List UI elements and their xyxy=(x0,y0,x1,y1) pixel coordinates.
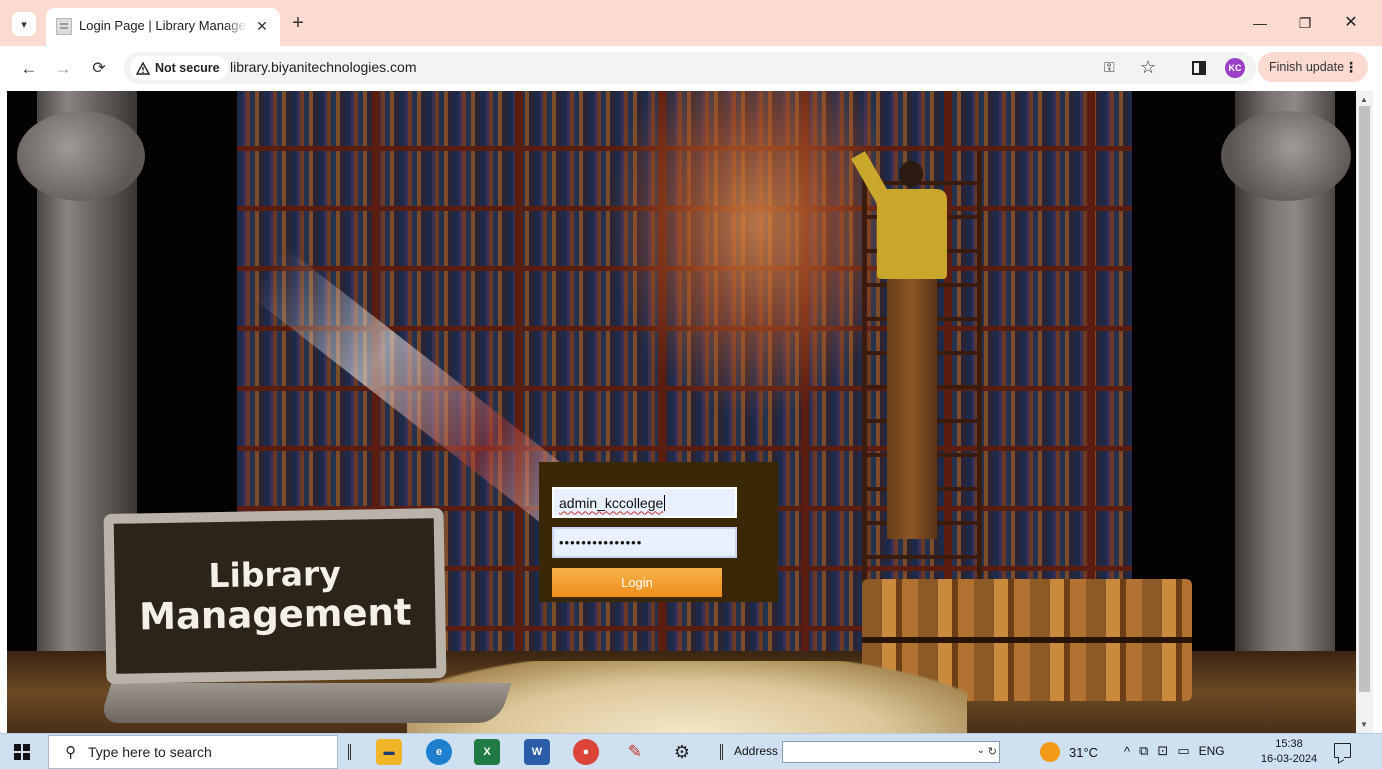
weather-temperature[interactable]: 31°C xyxy=(1069,745,1098,760)
window-minimize-button[interactable]: — xyxy=(1246,12,1274,34)
right-column-capital xyxy=(1221,111,1351,201)
tab-search-chevron-icon[interactable]: ▾ xyxy=(12,12,36,36)
tab-strip: ▾ Login Page | Library Management ✕ + — … xyxy=(0,0,1382,46)
windows-start-icon[interactable] xyxy=(14,744,30,760)
search-icon: ⚲ xyxy=(65,744,76,761)
window-restore-button[interactable]: ❐ xyxy=(1291,12,1319,34)
address-toolbar-label: Address xyxy=(734,744,779,758)
security-label: Not secure xyxy=(155,61,220,75)
tab-login-page[interactable]: Login Page | Library Management ✕ xyxy=(46,8,280,46)
taskbar-search-placeholder: Type here to search xyxy=(88,744,212,760)
warning-triangle-icon xyxy=(136,61,150,75)
left-column-capital xyxy=(17,111,145,201)
clock-time: 15:38 xyxy=(1275,738,1303,750)
window-close-button[interactable]: ✕ xyxy=(1337,12,1365,34)
address-toolbar-input[interactable]: ⌄ ↻ xyxy=(782,741,1000,763)
laptop-title-line1: Library xyxy=(208,553,342,595)
library-background-image: Library Management xyxy=(7,91,1356,733)
weather-sun-icon[interactable] xyxy=(1040,742,1060,762)
username-input[interactable]: admin_kccollege xyxy=(552,487,737,518)
login-button[interactable]: Login xyxy=(552,568,722,597)
man-on-ladder xyxy=(851,151,947,541)
site-info-chip[interactable]: Not secure xyxy=(130,56,228,80)
url-text: library.biyanitechnologies.com xyxy=(230,59,417,75)
paint-icon[interactable]: ✎ xyxy=(622,739,648,765)
browser-toolbar: ← → ⟳ Not secure library.biyanitechnolog… xyxy=(0,46,1382,91)
bookmark-star-icon[interactable]: ☆ xyxy=(1140,57,1160,77)
laptop-keyboard xyxy=(98,683,512,723)
forward-arrow-icon[interactable]: → xyxy=(52,58,74,80)
profile-avatar[interactable]: KC xyxy=(1225,58,1245,78)
taskbar-clock[interactable]: 15:38 16-03-2024 xyxy=(1256,737,1322,767)
word-icon[interactable]: W xyxy=(524,739,550,765)
password-key-icon[interactable]: ⚿ xyxy=(1104,59,1124,77)
meet-now-icon[interactable]: ⧉ xyxy=(1139,743,1148,759)
login-form: admin_kccollege ••••••••••••••• Login xyxy=(539,462,778,602)
excel-icon[interactable]: X xyxy=(474,739,500,765)
laptop-title-line2: Management xyxy=(138,590,412,639)
tab-title: Login Page | Library Management xyxy=(79,18,247,33)
system-tray: ^ ⧉ ⊡ ▭ ENG xyxy=(1124,743,1225,759)
tray-chevron-up-icon[interactable]: ^ xyxy=(1124,744,1130,759)
chrome-icon[interactable]: ● xyxy=(573,739,599,765)
reload-icon[interactable]: ⟳ xyxy=(88,58,110,80)
taskbar-separator xyxy=(720,744,723,760)
tab-close-icon[interactable]: ✕ xyxy=(253,17,271,35)
scroll-thumb[interactable] xyxy=(1359,106,1370,692)
taskbar-separator xyxy=(348,744,351,760)
network-icon[interactable]: ⊡ xyxy=(1157,743,1168,759)
file-explorer-icon[interactable]: ▬ xyxy=(376,739,402,765)
text-caret xyxy=(664,494,666,511)
scroll-down-arrow-icon[interactable]: ▼ xyxy=(1360,720,1368,729)
finish-update-button[interactable]: Finish update ⋮ xyxy=(1258,52,1368,82)
new-tab-button[interactable]: + xyxy=(287,12,309,34)
menu-kebab-icon: ⋮ xyxy=(1344,59,1358,75)
windows-taskbar: ⚲ Type here to search ▬ e X W ● ✎ ⚙ Addr… xyxy=(0,733,1382,769)
username-value: admin_kccollege xyxy=(559,494,664,511)
page-favicon-icon xyxy=(56,18,72,35)
vertical-scrollbar[interactable]: ▲ ▼ xyxy=(1356,91,1373,733)
scroll-up-arrow-icon[interactable]: ▲ xyxy=(1360,95,1368,104)
language-indicator[interactable]: ENG xyxy=(1199,744,1225,758)
chevron-down-icon[interactable]: ⌄ xyxy=(977,745,985,756)
side-panel-icon[interactable] xyxy=(1192,61,1206,75)
clock-date: 16-03-2024 xyxy=(1260,753,1318,765)
finish-update-label: Finish update xyxy=(1269,60,1345,74)
battery-icon[interactable]: ▭ xyxy=(1177,743,1189,759)
settings-gear-icon[interactable]: ⚙ xyxy=(669,739,695,765)
edge-browser-icon[interactable]: e xyxy=(426,739,452,765)
address-bar[interactable]: Not secure library.biyanitechnologies.co… xyxy=(124,52,1256,84)
bookshelf-portrait xyxy=(607,91,877,421)
back-arrow-icon[interactable]: ← xyxy=(18,58,40,80)
taskbar-search-box[interactable]: ⚲ Type here to search xyxy=(48,735,338,769)
password-value: ••••••••••••••• xyxy=(559,535,643,550)
password-input[interactable]: ••••••••••••••• xyxy=(552,527,737,558)
window-edge xyxy=(1373,91,1382,733)
refresh-icon[interactable]: ↻ xyxy=(988,745,997,758)
laptop-screen: Library Management xyxy=(113,518,437,674)
notifications-icon[interactable] xyxy=(1334,743,1351,758)
laptop: Library Management xyxy=(103,508,447,684)
page-viewport: Library Management admin_kccollege •••••… xyxy=(7,91,1356,733)
